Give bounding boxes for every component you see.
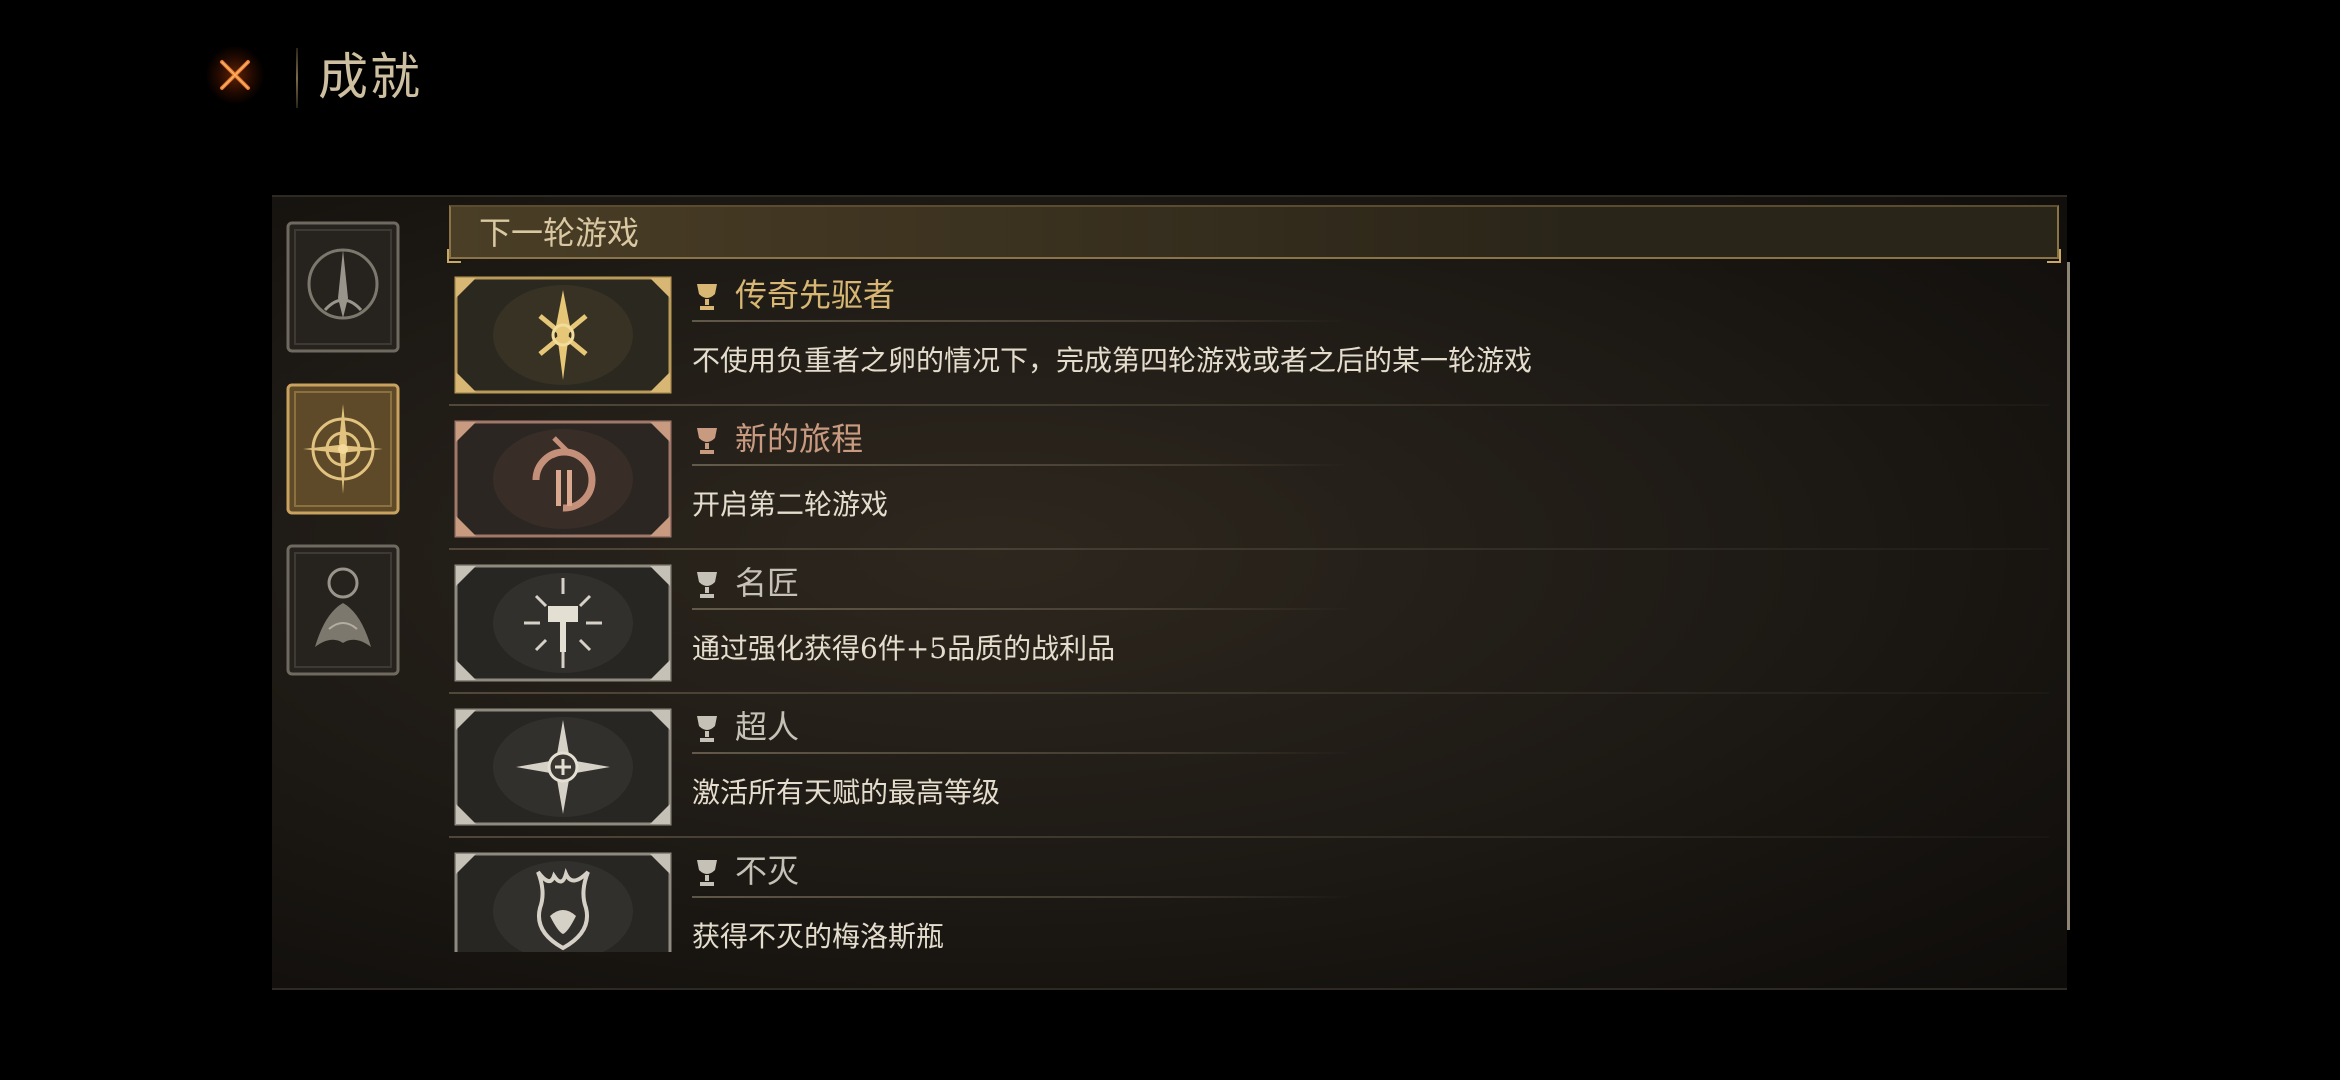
achievement-title: 超人 xyxy=(735,708,800,746)
achievement-description: 获得不灭的梅洛斯瓶 xyxy=(692,920,945,952)
achievement-badge xyxy=(454,564,672,682)
achievement-description: 开启第二轮游戏 xyxy=(692,488,889,521)
category-tab-1[interactable] xyxy=(285,220,401,354)
header-corner-left xyxy=(447,249,461,263)
achievement-description: 激活所有天赋的最高等级 xyxy=(692,776,1001,809)
achievement-description: 通过强化获得6件+5品质的战利品 xyxy=(692,632,1116,665)
item-separator xyxy=(449,548,2049,550)
compass-sun-emblem-icon xyxy=(286,383,400,515)
title-underline xyxy=(692,464,1352,466)
trophy-icon xyxy=(694,282,720,312)
trophy-icon xyxy=(694,714,720,744)
trophy-icon xyxy=(694,858,720,888)
hammer-burst-icon xyxy=(454,564,672,682)
achievement-list: 传奇先驱者 不使用负重者之卵的情况下，完成第四轮游戏或者之后的某一轮游戏 新的旅… xyxy=(449,272,2059,952)
achievement-item[interactable]: 新的旅程 开启第二轮游戏 xyxy=(449,416,2049,550)
title-underline xyxy=(692,320,1352,322)
title-underline xyxy=(692,752,1352,754)
header-divider xyxy=(296,48,298,108)
category-tab-2[interactable] xyxy=(285,382,401,516)
achievement-item[interactable]: 超人 激活所有天赋的最高等级 xyxy=(449,704,2049,838)
achievement-title: 传奇先驱者 xyxy=(735,276,896,314)
header-corner-right xyxy=(2047,249,2061,263)
section-header: 下一轮游戏 xyxy=(447,205,2061,263)
achievement-item[interactable]: 不灭 获得不灭的梅洛斯瓶 xyxy=(449,848,2049,952)
cycle-ii-icon xyxy=(454,420,672,538)
achievement-badge xyxy=(454,276,672,394)
trophy-icon xyxy=(694,426,720,456)
achievement-title: 名匠 xyxy=(735,564,800,602)
close-x-icon xyxy=(220,60,250,90)
section-header-label: 下一轮游戏 xyxy=(479,214,640,252)
achievement-description: 不使用负重者之卵的情况下，完成第四轮游戏或者之后的某一轮游戏 xyxy=(692,344,1533,377)
scrollbar[interactable] xyxy=(2067,262,2070,930)
page-title: 成就 xyxy=(318,48,422,106)
item-separator xyxy=(449,692,2049,694)
achievement-item[interactable]: 传奇先驱者 不使用负重者之卵的情况下，完成第四轮游戏或者之后的某一轮游戏 xyxy=(449,272,2049,406)
item-separator xyxy=(449,836,2049,838)
achievement-badge xyxy=(454,708,672,826)
title-underline xyxy=(692,608,1352,610)
trophy-icon xyxy=(694,570,720,600)
sword-rune-icon xyxy=(454,276,672,394)
title-underline xyxy=(692,896,1352,898)
spire-emblem-icon xyxy=(286,221,400,353)
ring-flame-emblem-icon xyxy=(286,544,400,676)
achievement-badge xyxy=(454,420,672,538)
close-button[interactable] xyxy=(206,46,264,104)
category-tab-3[interactable] xyxy=(285,543,401,677)
achievement-title: 新的旅程 xyxy=(735,420,864,458)
achievement-title: 不灭 xyxy=(735,852,800,890)
achievement-badge xyxy=(454,852,672,952)
item-separator xyxy=(449,404,2049,406)
flame-flask-icon xyxy=(454,852,672,952)
star-shield-icon xyxy=(454,708,672,826)
achievement-item[interactable]: 名匠 通过强化获得6件+5品质的战利品 xyxy=(449,560,2049,694)
